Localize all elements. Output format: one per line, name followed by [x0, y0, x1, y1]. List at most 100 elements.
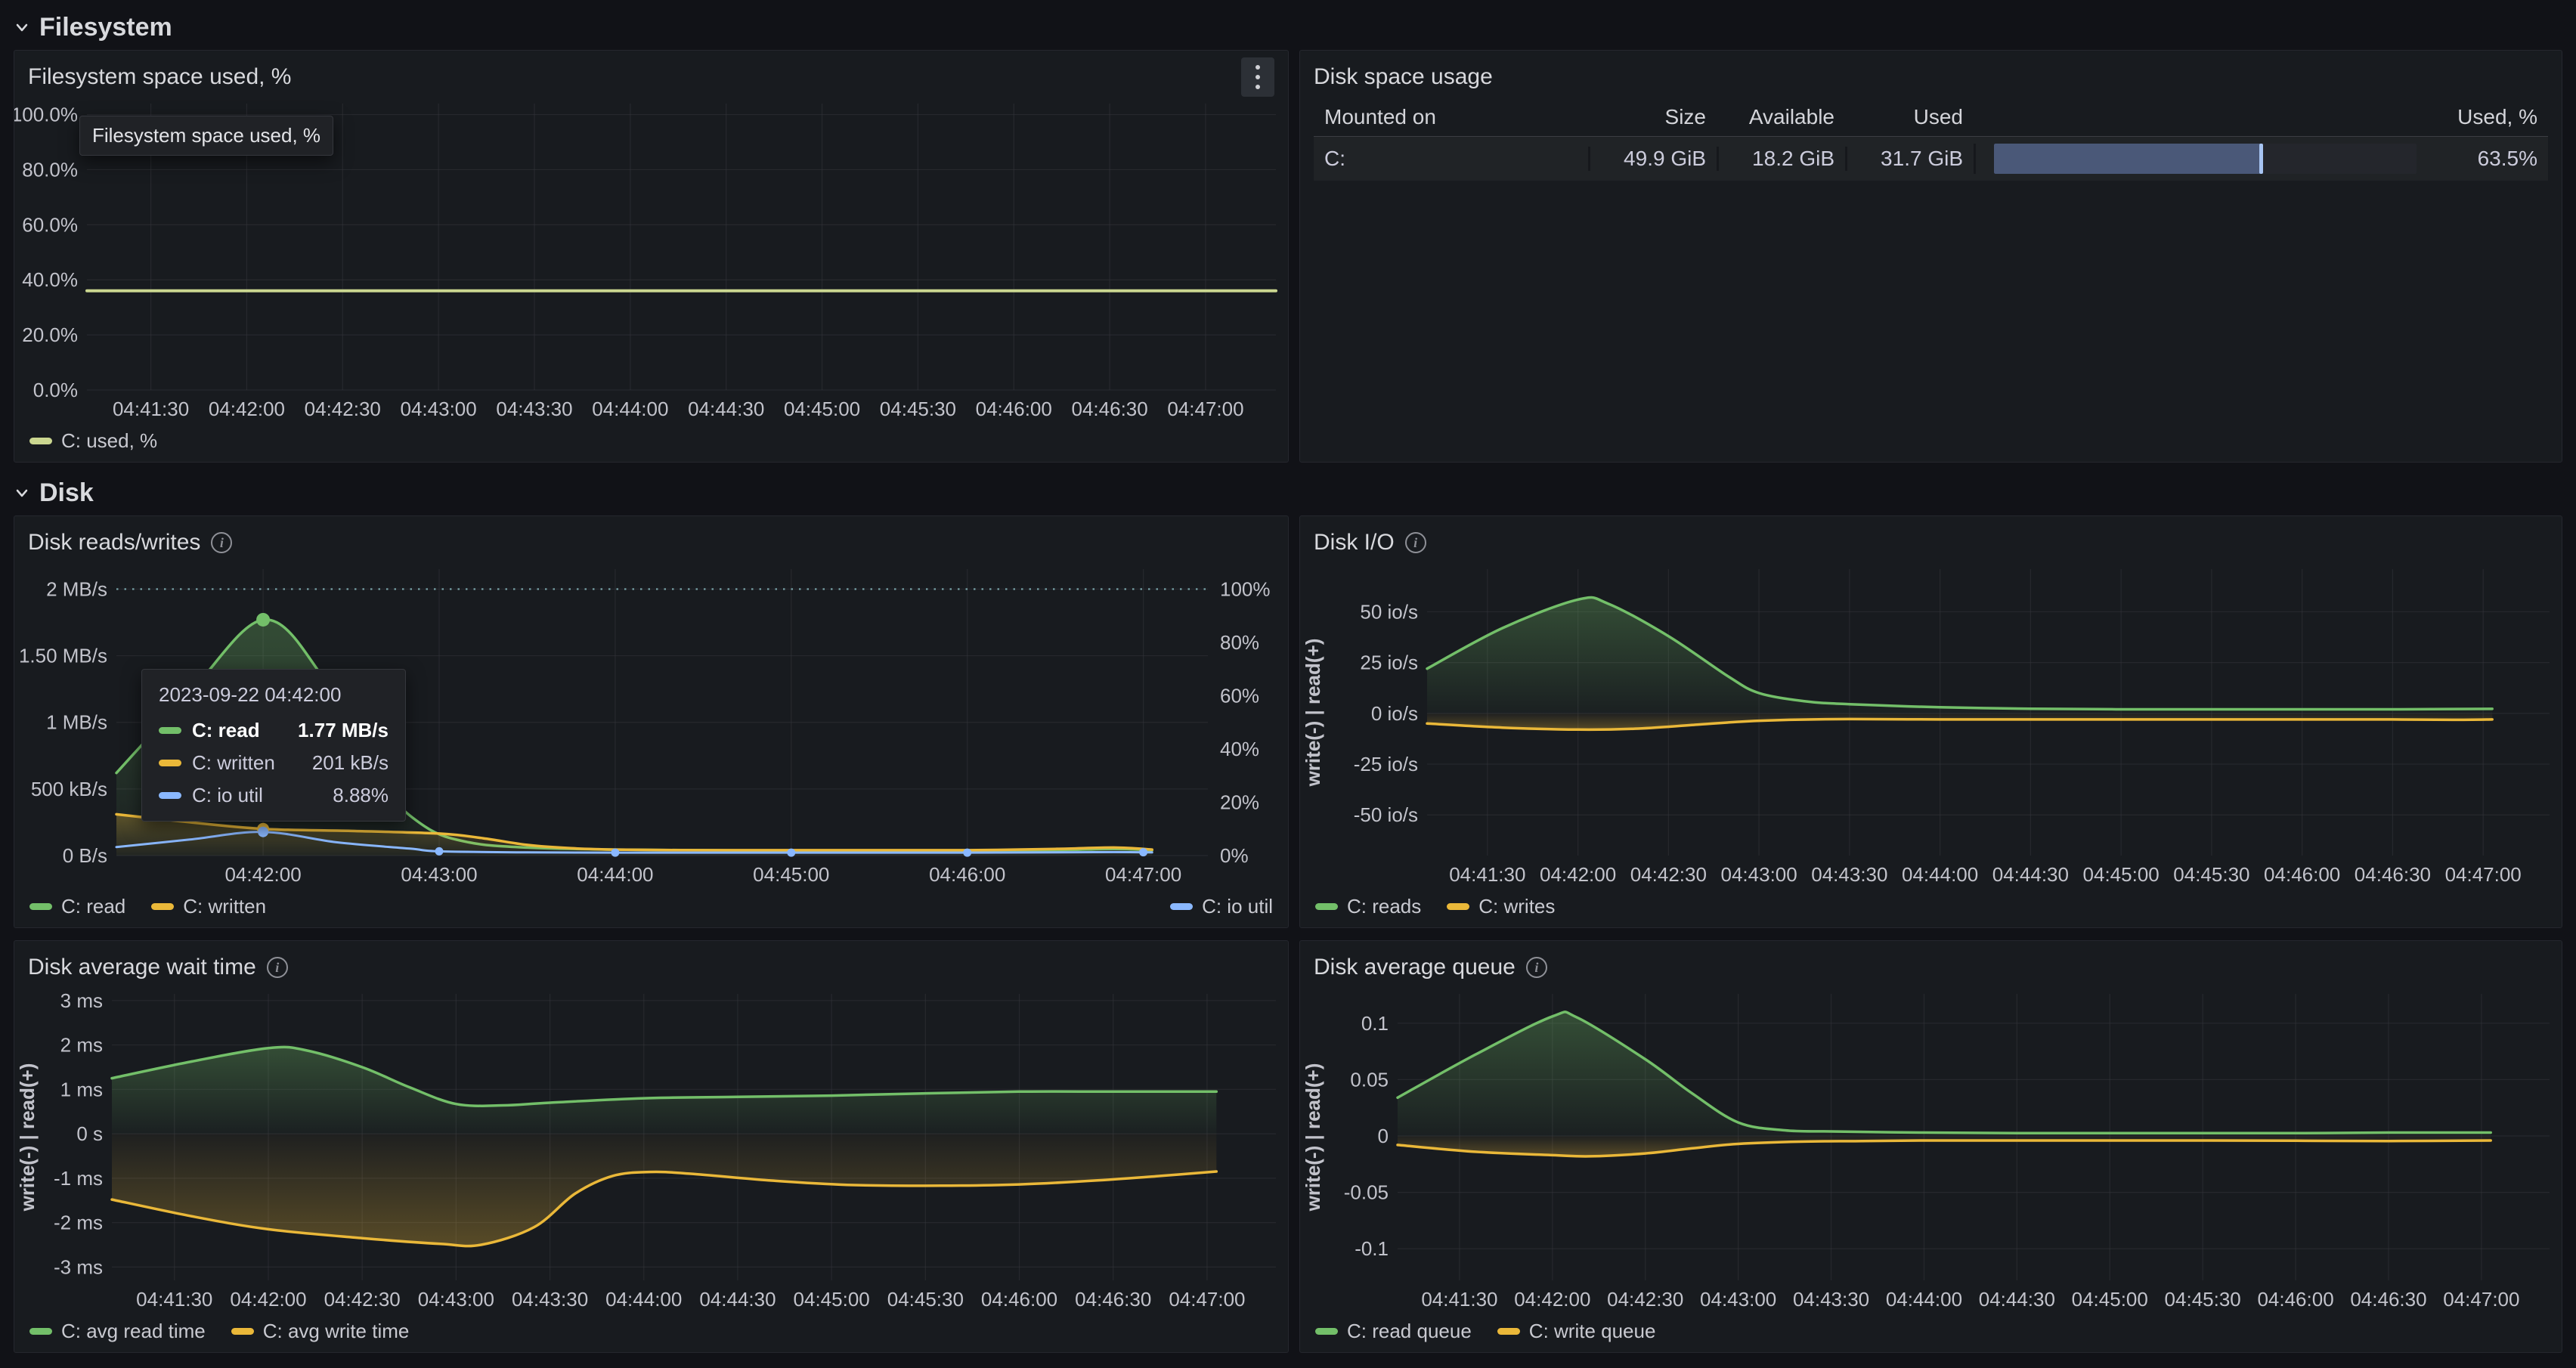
info-icon[interactable]: i	[1526, 957, 1547, 978]
legend-item[interactable]: C: used, %	[29, 429, 157, 453]
panel-filesystem-space-used: Filesystem space used, % 04:41:3004:42:0…	[14, 50, 1289, 463]
x-tick-label: 04:45:00	[753, 863, 829, 886]
info-icon[interactable]: i	[267, 957, 288, 978]
panel-title: Disk average queue	[1314, 955, 1516, 980]
col-header-mounted-on[interactable]: Mounted on	[1314, 105, 1588, 129]
legend-swatch-icon	[1315, 903, 1338, 910]
panel-menu-button[interactable]	[1241, 57, 1274, 97]
section-header-disk[interactable]: Disk	[14, 475, 2562, 511]
data-point-marker	[258, 827, 268, 837]
legend-item[interactable]: C: read	[29, 895, 125, 918]
legend-item[interactable]: C: reads	[1315, 895, 1421, 918]
x-tick-label: 04:44:00	[605, 1288, 682, 1311]
disk-wait-chart[interactable]: 04:41:3004:42:0004:42:3004:43:0004:43:30…	[14, 983, 1288, 1315]
x-tick-label: 04:44:30	[1992, 863, 2069, 886]
fs-used-legend: C: used, %	[14, 425, 1288, 462]
tooltip-swatch-icon	[159, 727, 181, 734]
legend-label: C: used, %	[61, 429, 157, 453]
x-tick-label: 04:43:00	[418, 1288, 494, 1311]
info-icon[interactable]: i	[211, 532, 232, 553]
panel-title: Disk space usage	[1314, 64, 1493, 90]
x-tick-label: 04:43:30	[1811, 863, 1887, 886]
legend-swatch-icon	[1170, 903, 1193, 910]
legend-label: C: writes	[1478, 895, 1555, 918]
legend-item[interactable]: C: writes	[1447, 895, 1555, 918]
fs-used-chart[interactable]: 04:41:3004:42:0004:42:3004:43:0004:43:30…	[14, 93, 1288, 425]
legend-swatch-icon	[29, 903, 52, 910]
x-tick-label: 04:46:30	[2350, 1288, 2426, 1311]
x-tick-label: 04:46:00	[2257, 1288, 2333, 1311]
x-tick-label: 04:44:00	[577, 863, 653, 886]
cell-available: 18.2 GiB	[1717, 147, 1845, 171]
y-axis-label: write(-) | read(+)	[16, 1063, 39, 1212]
series-area-C: write queue	[1398, 1136, 2491, 1156]
tooltip-timestamp: 2023-09-22 04:42:00	[159, 683, 389, 707]
section-label: Disk	[39, 478, 94, 508]
y-tick-label: -3 ms	[54, 1255, 103, 1278]
data-point-marker	[787, 849, 795, 857]
panel-disk-average-wait-time: Disk average wait time i 04:41:3004:42:0…	[14, 940, 1289, 1353]
x-tick-label: 04:44:00	[1902, 863, 1978, 886]
y-tick-label: 2 MB/s	[46, 577, 107, 600]
right-y-tick-label: 40%	[1220, 738, 1259, 760]
tooltip-series-name: C: io util	[192, 784, 263, 807]
legend-item[interactable]: C: write queue	[1497, 1320, 1656, 1343]
col-header-used[interactable]: Used	[1845, 105, 1974, 129]
series-area-C: reads	[1427, 597, 2492, 713]
x-tick-label: 04:43:30	[496, 398, 572, 420]
col-header-used-pct[interactable]: Used, %	[2427, 105, 2548, 129]
panel-title-tooltip: Filesystem space used, %	[79, 116, 333, 156]
x-tick-label: 04:46:00	[2264, 863, 2340, 886]
legend-label: C: read queue	[1347, 1320, 1472, 1343]
disk-rw-chart[interactable]: 04:42:0004:43:0004:44:0004:45:0004:46:00…	[14, 559, 1288, 890]
panel-disk-space-usage: Disk space usage Mounted on Size Availab…	[1299, 50, 2562, 463]
y-tick-label: 60.0%	[22, 213, 78, 236]
disk-queue-chart[interactable]: 04:41:3004:42:0004:42:3004:43:0004:43:30…	[1300, 983, 2562, 1315]
col-header-size[interactable]: Size	[1588, 105, 1717, 129]
x-tick-label: 04:43:00	[401, 398, 477, 420]
y-tick-label: -50 io/s	[1354, 803, 1418, 826]
legend-label: C: avg read time	[61, 1320, 206, 1343]
right-y-tick-label: 60%	[1220, 684, 1259, 707]
disk-space-table: Mounted on Size Available Used Used, % C…	[1300, 93, 2562, 462]
x-tick-label: 04:42:30	[1630, 863, 1707, 886]
col-header-available[interactable]: Available	[1717, 105, 1845, 129]
y-tick-label: -0.1	[1355, 1237, 1389, 1260]
info-icon[interactable]: i	[1405, 532, 1426, 553]
legend-item[interactable]: C: io util	[1170, 895, 1273, 918]
panel-title: Disk reads/writes	[28, 530, 200, 556]
x-tick-label: 04:44:30	[699, 1288, 776, 1311]
y-tick-label: 40.0%	[22, 268, 78, 291]
legend-item[interactable]: C: read queue	[1315, 1320, 1472, 1343]
y-tick-label: 1.50 MB/s	[19, 645, 107, 667]
y-tick-label: 25 io/s	[1360, 652, 1418, 674]
legend-swatch-icon	[29, 1328, 52, 1335]
section-header-filesystem[interactable]: Filesystem	[14, 9, 2562, 45]
y-tick-label: 100.0%	[14, 104, 78, 126]
tooltip-series-value: 201 kB/s	[312, 751, 389, 775]
x-tick-label: 04:42:00	[1540, 863, 1616, 886]
x-tick-label: 04:43:00	[1700, 1288, 1776, 1311]
table-row: C:49.9 GiB18.2 GiB31.7 GiB63.5%	[1314, 137, 2548, 181]
legend-item[interactable]: C: written	[151, 895, 266, 918]
x-tick-label: 04:44:00	[1886, 1288, 1962, 1311]
y-tick-label: 0 B/s	[63, 844, 107, 867]
x-tick-label: 04:46:00	[976, 398, 1052, 420]
tooltip-series-name: C: written	[192, 751, 275, 775]
tooltip-swatch-icon	[159, 760, 181, 766]
series-tooltip: 2023-09-22 04:42:00 C: read1.77 MB/sC: w…	[141, 669, 406, 822]
x-tick-label: 04:45:30	[887, 1288, 964, 1311]
y-tick-label: 0 s	[76, 1122, 103, 1145]
x-tick-label: 04:42:30	[324, 1288, 401, 1311]
x-tick-label: 04:42:00	[209, 398, 285, 420]
x-tick-label: 04:44:30	[1979, 1288, 2055, 1311]
y-axis-label: write(-) | read(+)	[1302, 639, 1324, 788]
legend-item[interactable]: C: avg write time	[231, 1320, 410, 1343]
chevron-down-icon	[14, 19, 30, 36]
disk-io-chart[interactable]: 04:41:3004:42:0004:42:3004:43:0004:43:30…	[1300, 559, 2562, 890]
panel-disk-average-queue: Disk average queue i 04:41:3004:42:0004:…	[1299, 940, 2562, 1353]
legend-item[interactable]: C: avg read time	[29, 1320, 206, 1343]
y-tick-label: 0.1	[1361, 1012, 1389, 1035]
tooltip-row: C: written 201 kB/s	[159, 751, 389, 775]
x-tick-label: 04:47:00	[1105, 863, 1181, 886]
